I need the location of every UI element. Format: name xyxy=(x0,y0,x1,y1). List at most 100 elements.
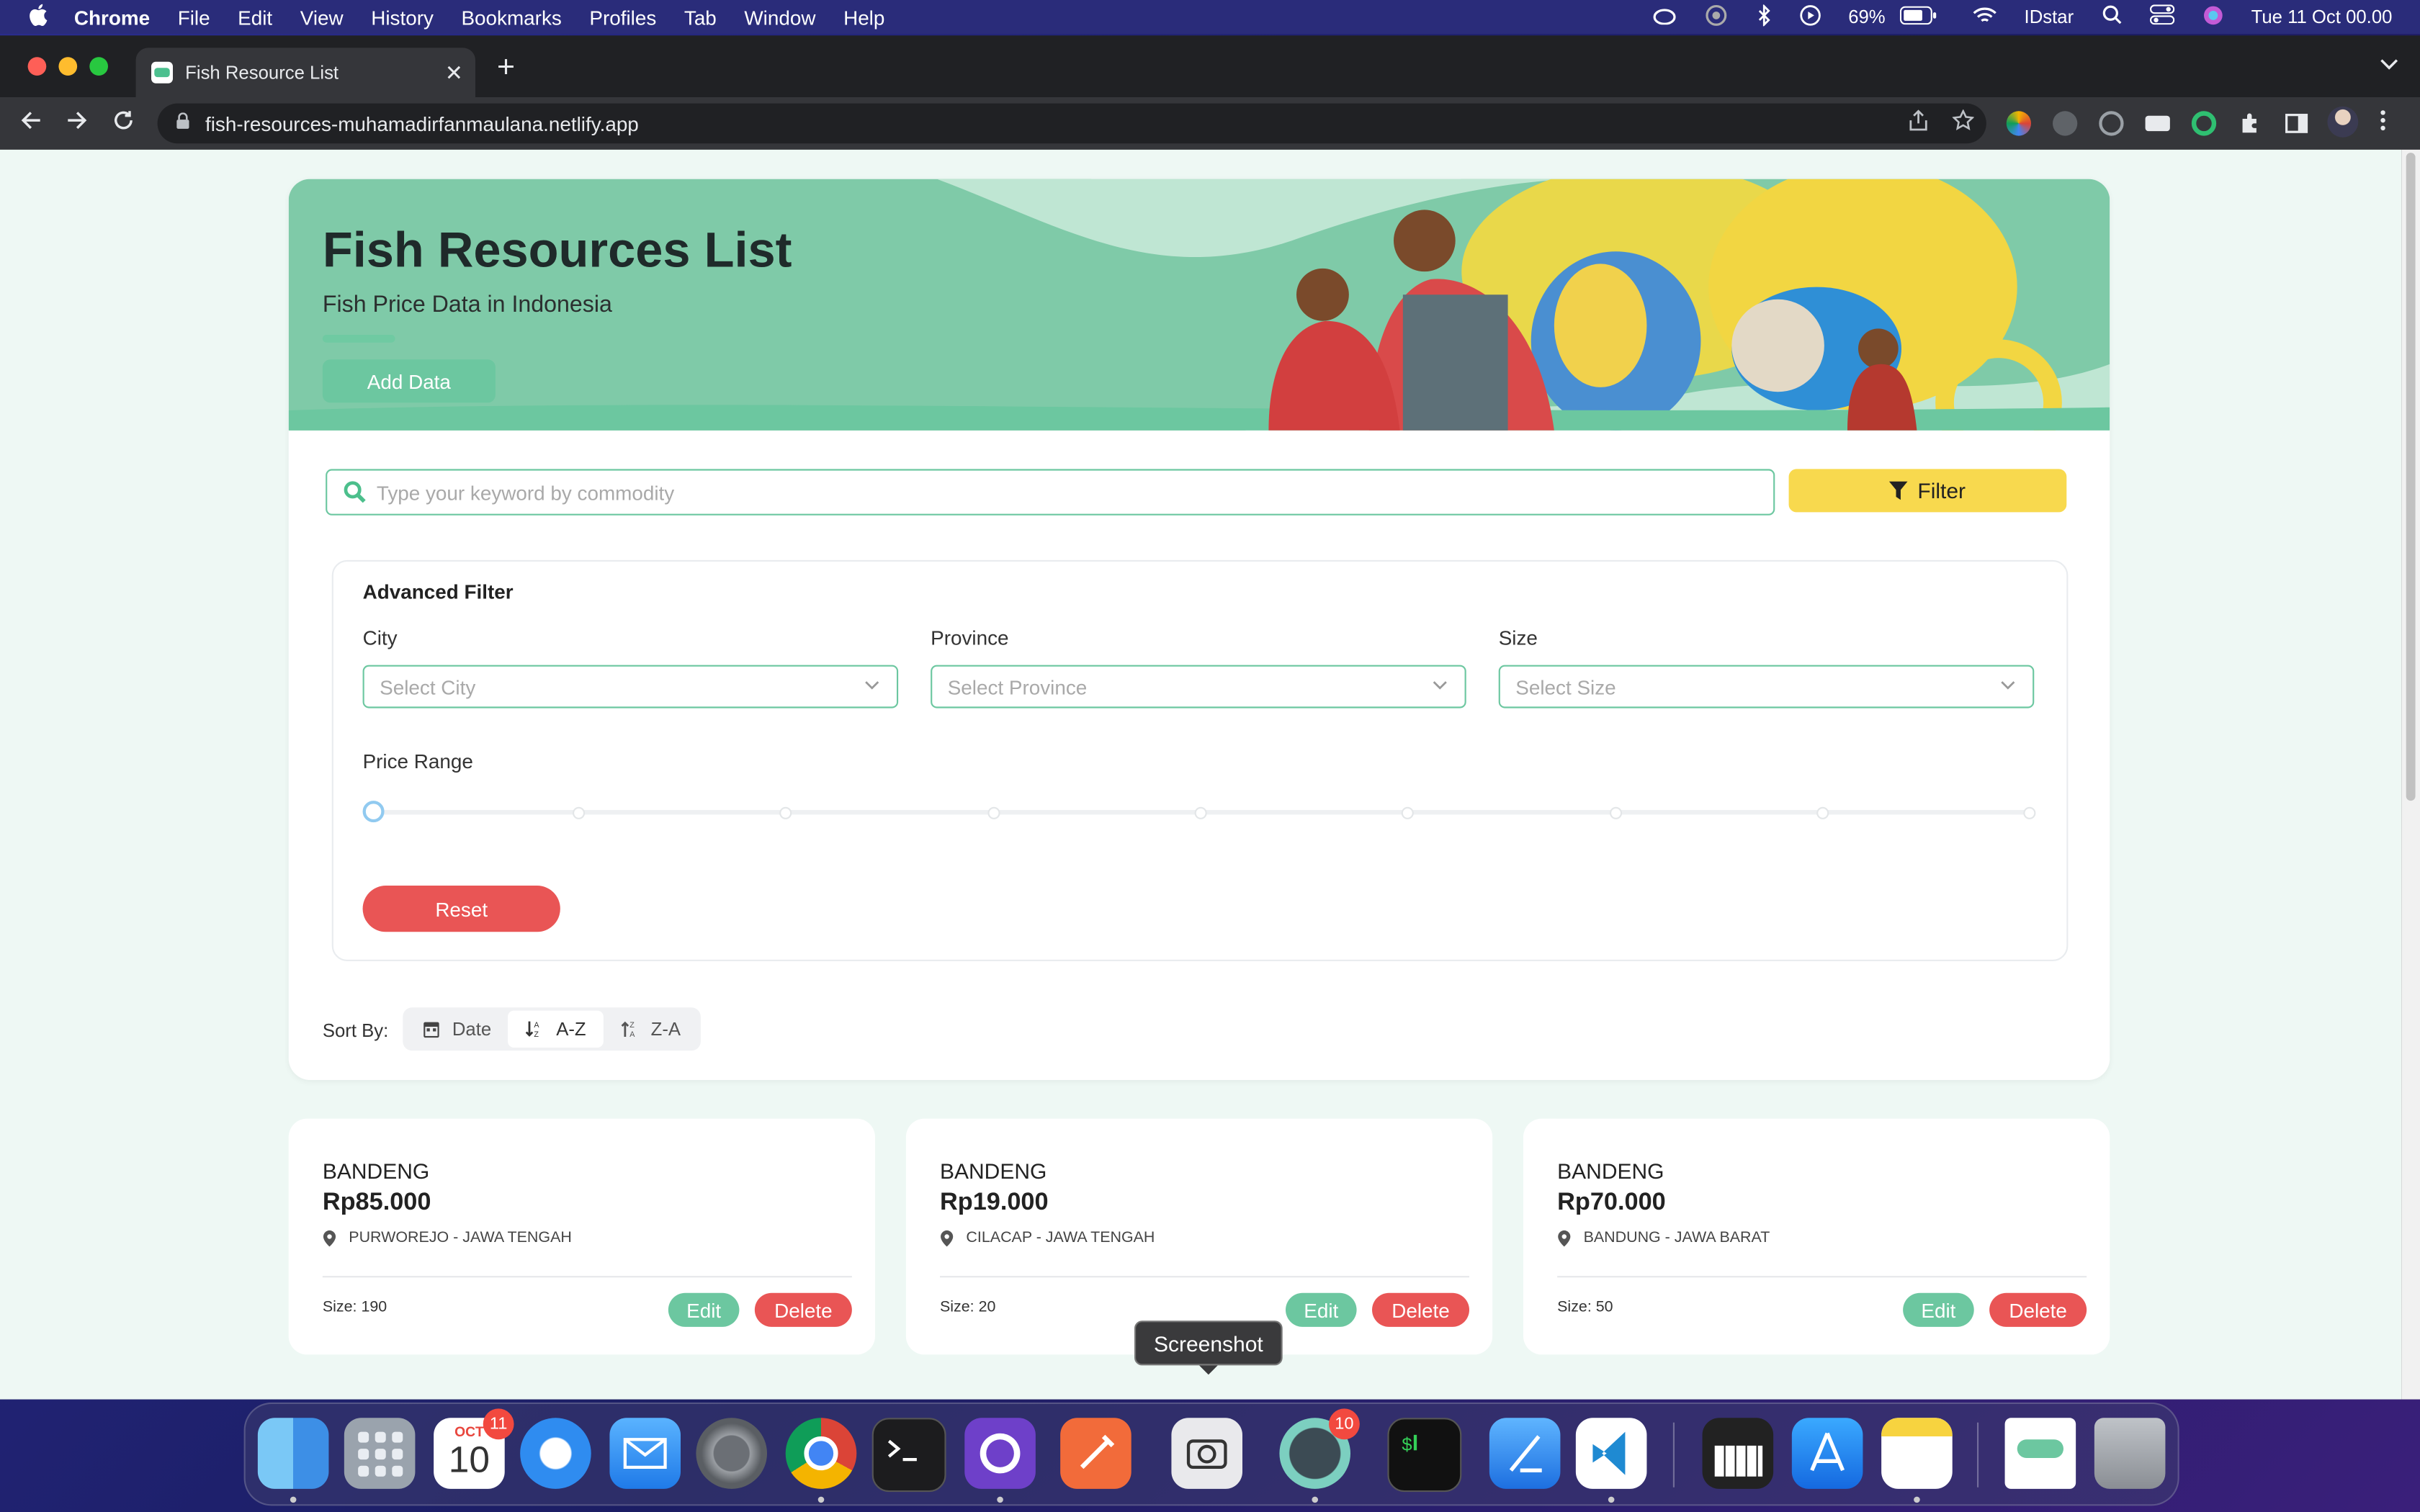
map-pin-icon xyxy=(941,1230,954,1247)
battery-icon[interactable] xyxy=(1899,5,1936,29)
menu-app-name[interactable]: Chrome xyxy=(74,6,150,29)
new-tab-icon[interactable]: + xyxy=(497,53,515,84)
delete-button[interactable]: Delete xyxy=(754,1292,852,1327)
creative-cloud-icon[interactable] xyxy=(1652,6,1675,29)
globe-extension-icon[interactable] xyxy=(2099,111,2124,136)
apple-icon[interactable] xyxy=(28,3,53,31)
tab-close-icon[interactable]: ✕ xyxy=(445,60,463,86)
play-icon[interactable] xyxy=(1799,4,1821,30)
side-panel-icon[interactable] xyxy=(2284,111,2308,135)
reset-button[interactable]: Reset xyxy=(362,886,560,932)
chrome-menu-icon[interactable] xyxy=(2380,108,2386,140)
menu-bookmarks[interactable]: Bookmarks xyxy=(461,6,561,29)
scrollbar-thumb[interactable] xyxy=(2406,153,2416,801)
chrome-icon[interactable] xyxy=(785,1418,857,1489)
vscode-icon[interactable] xyxy=(1575,1418,1647,1489)
notes-icon[interactable] xyxy=(1881,1418,1953,1489)
trash-icon[interactable] xyxy=(2094,1418,2166,1489)
sort-az-button[interactable]: AZ A-Z xyxy=(508,1010,604,1048)
filter-button[interactable]: Filter xyxy=(1788,469,2067,513)
search-input[interactable] xyxy=(373,479,1738,505)
delete-button[interactable]: Delete xyxy=(1989,1292,2087,1327)
address-bar[interactable]: fish-resources-muhamadirfanmaulana.netli… xyxy=(157,103,1986,144)
minimize-window-button[interactable] xyxy=(58,57,78,76)
piano-app-icon[interactable] xyxy=(1702,1418,1774,1489)
menu-edit[interactable]: Edit xyxy=(238,6,272,29)
city-select[interactable]: Select City xyxy=(362,665,899,708)
slider-tick xyxy=(987,806,1000,819)
reload-icon[interactable] xyxy=(111,108,135,140)
screenshot-app-icon[interactable] xyxy=(1171,1418,1242,1489)
xcode-icon[interactable] xyxy=(1489,1418,1561,1489)
spotlight-icon[interactable] xyxy=(2102,4,2122,29)
size-select[interactable]: Select Size xyxy=(1498,665,2035,708)
battery-percent[interactable]: 69% xyxy=(1848,6,1885,28)
input-source[interactable]: IDstar xyxy=(2025,6,2074,28)
fish-resources-app-icon[interactable] xyxy=(2004,1418,2076,1489)
vpn-icon[interactable] xyxy=(1703,4,1728,30)
sort-az-label: A-Z xyxy=(556,1018,586,1040)
menu-tab[interactable]: Tab xyxy=(684,6,717,29)
siri-icon[interactable] xyxy=(2202,4,2223,30)
tab-search-chevron-icon[interactable] xyxy=(2380,54,2398,76)
github-desktop-icon[interactable] xyxy=(964,1418,1036,1489)
desktop: Chrome File Edit View History Bookmarks … xyxy=(0,0,2420,1512)
wifi-icon[interactable] xyxy=(1972,6,1996,29)
safari-icon[interactable] xyxy=(520,1418,591,1489)
launchpad-icon[interactable] xyxy=(344,1418,416,1489)
back-arrow-icon[interactable] xyxy=(19,108,43,140)
edit-button[interactable]: Edit xyxy=(1286,1292,1357,1327)
omnibox-actions xyxy=(1909,109,1975,135)
app-store-icon[interactable] xyxy=(1791,1418,1863,1489)
browser-tab-active[interactable]: Fish Resource List ✕ xyxy=(135,48,476,97)
cast-extension-icon[interactable] xyxy=(2145,115,2170,132)
terminal-icon[interactable] xyxy=(871,1418,946,1493)
green-extension-icon[interactable] xyxy=(2191,111,2217,136)
share-icon[interactable] xyxy=(1909,109,1928,135)
slider-tick xyxy=(2023,806,2036,819)
city-select-placeholder: Select City xyxy=(380,675,476,698)
advanced-filter-title: Advanced Filter xyxy=(362,580,514,603)
edit-button[interactable]: Edit xyxy=(668,1292,740,1327)
province-select[interactable]: Select Province xyxy=(931,665,1466,708)
province-select-placeholder: Select Province xyxy=(947,675,1088,698)
menu-window[interactable]: Window xyxy=(744,6,815,29)
system-preferences-icon[interactable] xyxy=(696,1418,767,1489)
finder-icon[interactable] xyxy=(257,1418,329,1489)
bookmark-star-icon[interactable] xyxy=(1951,109,1975,135)
menu-file[interactable]: File xyxy=(178,6,210,29)
calendar-app-icon[interactable]: OCT 10 11 xyxy=(434,1408,514,1489)
close-window-button[interactable] xyxy=(27,57,47,76)
menu-profiles[interactable]: Profiles xyxy=(589,6,656,29)
control-center-icon[interactable] xyxy=(2149,4,2174,29)
delete-button[interactable]: Delete xyxy=(1372,1292,1469,1327)
menu-help[interactable]: Help xyxy=(843,6,884,29)
bluetooth-icon[interactable] xyxy=(1756,3,1771,30)
sort-date-button[interactable]: Date xyxy=(406,1011,508,1048)
slider-tick xyxy=(1401,806,1414,819)
page-scrollbar[interactable] xyxy=(2401,149,2420,1400)
postman-icon[interactable] xyxy=(1060,1418,1131,1489)
menubar-clock[interactable]: Tue 11 Oct 00.00 xyxy=(2251,6,2393,28)
extension-gray-icon[interactable] xyxy=(2053,111,2078,136)
filter-funnel-icon xyxy=(1889,481,1909,500)
edit-button[interactable]: Edit xyxy=(1903,1292,1974,1327)
add-data-button[interactable]: Add Data xyxy=(322,359,496,403)
url-text[interactable]: fish-resources-muhamadirfanmaulana.netli… xyxy=(205,112,639,135)
menu-history[interactable]: History xyxy=(371,6,434,29)
profile-avatar[interactable] xyxy=(2327,106,2359,138)
slider-handle[interactable] xyxy=(362,801,385,823)
price-range-slider[interactable] xyxy=(362,801,2036,823)
color-picker-extension-icon[interactable] xyxy=(2006,111,2031,136)
search-field[interactable] xyxy=(326,469,1775,516)
menu-view[interactable]: View xyxy=(300,6,344,29)
iterm-icon[interactable]: $ xyxy=(1387,1418,1462,1493)
forward-arrow-icon[interactable] xyxy=(65,108,89,140)
sort-za-button[interactable]: ZA Z-A xyxy=(603,1011,697,1048)
lock-icon[interactable] xyxy=(176,112,189,134)
zoom-window-button[interactable] xyxy=(89,57,108,76)
mail-icon[interactable] xyxy=(609,1418,681,1489)
activity-app-icon[interactable]: 10 xyxy=(1279,1408,1360,1489)
puzzle-extensions-icon[interactable] xyxy=(2238,111,2262,135)
fish-card: BANDENG Rp19.000 CILACAP - JAWA TENGAH S… xyxy=(905,1118,1493,1355)
